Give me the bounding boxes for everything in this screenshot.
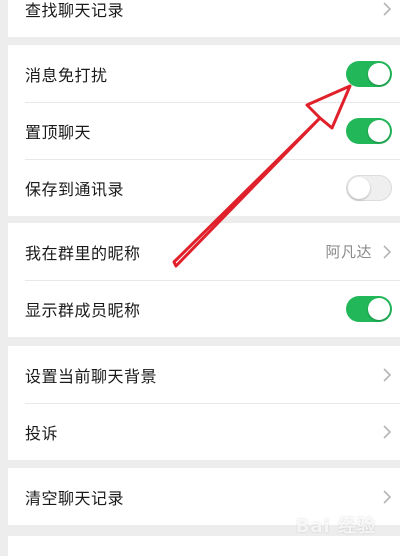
my-alias-value: 阿凡达 [325, 243, 372, 261]
save-to-contacts-label: 保存到通讯录 [25, 179, 125, 199]
search-chat-history-label: 查找聊天记录 [25, 0, 125, 20]
sticky-on-top-toggle[interactable] [346, 117, 392, 144]
save-to-contacts-toggle[interactable] [346, 174, 392, 201]
chevron-right-icon [383, 1, 392, 16]
chevron-right-icon [383, 424, 392, 439]
chevron-right-icon [383, 367, 392, 382]
chat-background-row[interactable]: 设置当前聊天背景 [8, 346, 400, 403]
group-misc: 设置当前聊天背景 投诉 [8, 346, 400, 460]
show-member-names-toggle[interactable] [346, 295, 392, 322]
group-chat-options: 消息免打扰 置顶聊天 保存到通讯录 [8, 45, 400, 216]
toggle-knob [368, 62, 390, 85]
toggle-knob [368, 119, 390, 142]
watermark: Bai 经验 [295, 516, 376, 537]
mute-notifications-label: 消息免打扰 [25, 65, 108, 85]
complain-row[interactable]: 投诉 [8, 403, 400, 460]
save-to-contacts-row[interactable]: 保存到通讯录 [8, 159, 400, 216]
chevron-right-icon [383, 489, 392, 504]
group-next [8, 536, 400, 556]
toggle-knob [348, 176, 370, 199]
search-chat-history-row[interactable]: 查找聊天记录 [8, 0, 400, 37]
chat-background-label: 设置当前聊天背景 [25, 366, 158, 386]
chevron-right-icon [383, 244, 392, 259]
my-alias-label: 我在群里的昵称 [25, 243, 141, 263]
complain-label: 投诉 [25, 423, 59, 443]
sticky-on-top-label: 置顶聊天 [25, 122, 92, 142]
mute-notifications-toggle[interactable] [346, 60, 392, 87]
clear-chat-history-label: 清空聊天记录 [25, 488, 125, 508]
toggle-knob [368, 297, 390, 320]
show-member-names-label: 显示群成员昵称 [25, 300, 141, 320]
sticky-on-top-row[interactable]: 置顶聊天 [8, 102, 400, 159]
show-member-names-row[interactable]: 显示群成员昵称 [8, 280, 400, 337]
group-search: 查找聊天记录 [8, 0, 400, 37]
mute-notifications-row[interactable]: 消息免打扰 [8, 45, 400, 102]
my-alias-row[interactable]: 我在群里的昵称 阿凡达 [8, 223, 400, 280]
group-group-profile: 我在群里的昵称 阿凡达 显示群成员昵称 [8, 223, 400, 337]
